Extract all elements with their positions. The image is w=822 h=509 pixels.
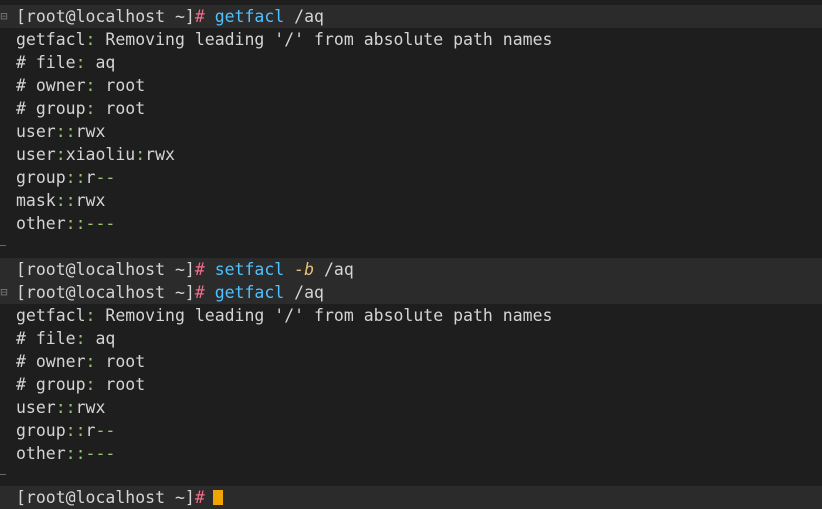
command-flag: -b xyxy=(294,260,315,279)
output-line: # group: root xyxy=(16,99,146,118)
prompt-symbol: # xyxy=(194,260,205,279)
acl-entry: group::r-- xyxy=(16,168,116,187)
prompt-symbol: # xyxy=(194,283,205,302)
command-name: getfacl xyxy=(214,283,285,302)
group-value: root xyxy=(95,99,146,118)
acl-entry: user::rwx xyxy=(16,398,106,417)
command-args: /aq xyxy=(284,283,324,302)
output-line: getfacl: Removing leading '/' from absol… xyxy=(16,30,553,49)
notice-prefix: getfacl xyxy=(16,306,86,325)
owner-key: # owner xyxy=(16,352,86,371)
prompt-text: [root@localhost ~] xyxy=(16,488,195,507)
output-line: # owner: root xyxy=(16,352,146,371)
command-line-3: [root@localhost ~]# getfacl /aq xyxy=(16,281,822,304)
group-key: # group xyxy=(16,99,86,118)
terminal-window[interactable]: ⊟ [root@localhost ~]# getfacl /aq getfac… xyxy=(0,0,822,509)
prompt-symbol: # xyxy=(194,7,205,26)
output-line: # group: root xyxy=(16,375,146,394)
prompt-text: [root@localhost ~] xyxy=(16,7,195,26)
block-separator xyxy=(0,245,6,246)
prompt-text: [root@localhost ~] xyxy=(16,260,195,279)
prompt-symbol: # xyxy=(194,488,205,507)
output-line: # file: aq xyxy=(16,329,116,348)
acl-entry: other::--- xyxy=(16,214,116,233)
owner-key: # owner xyxy=(16,76,86,95)
notice-text: Removing leading '/' from absolute path … xyxy=(95,30,553,49)
file-value: aq xyxy=(85,53,116,72)
file-key: # file xyxy=(16,329,76,348)
group-value: root xyxy=(95,375,146,394)
acl-entry: mask::rwx xyxy=(16,191,106,210)
command-args: /aq xyxy=(314,260,354,279)
command-args: /aq xyxy=(284,7,324,26)
acl-entry: other::--- xyxy=(16,444,116,463)
notice-text: Removing leading '/' from absolute path … xyxy=(95,306,553,325)
collapse-icon[interactable]: ⊟ xyxy=(0,5,8,28)
notice-prefix: getfacl xyxy=(16,30,86,49)
group-key: # group xyxy=(16,375,86,394)
acl-entry: user:xiaoliu:rwx xyxy=(16,145,175,164)
output-line: # file: aq xyxy=(16,53,116,72)
acl-entry: group::r-- xyxy=(16,421,116,440)
block-separator xyxy=(0,474,6,475)
file-key: # file xyxy=(16,53,76,72)
prompt-text: [root@localhost ~] xyxy=(16,283,195,302)
output-line: # owner: root xyxy=(16,76,146,95)
owner-value: root xyxy=(95,352,146,371)
command-name: getfacl xyxy=(214,7,285,26)
command-line-1: [root@localhost ~]# getfacl /aq xyxy=(16,5,822,28)
acl-entry: user::rwx xyxy=(16,122,106,141)
owner-value: root xyxy=(95,76,146,95)
cursor xyxy=(212,490,223,505)
collapse-icon[interactable]: ⊟ xyxy=(0,281,8,304)
output-line: getfacl: Removing leading '/' from absol… xyxy=(16,306,553,325)
command-line-2: [root@localhost ~]# setfacl -b /aq xyxy=(16,258,822,281)
file-value: aq xyxy=(85,329,116,348)
command-name: setfacl xyxy=(214,260,285,279)
command-line-4[interactable]: [root@localhost ~]# xyxy=(16,486,822,509)
